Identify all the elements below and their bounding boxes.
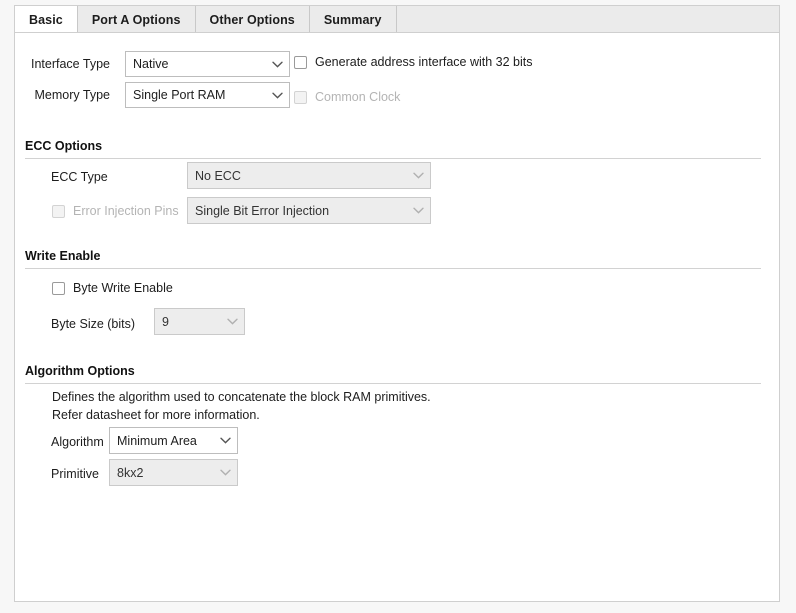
chevron-down-icon bbox=[406, 207, 430, 214]
tab-summary-label: Summary bbox=[323, 12, 382, 27]
algorithm-select[interactable]: Minimum Area bbox=[109, 427, 238, 454]
ecc-type-select[interactable]: No ECC bbox=[187, 162, 431, 189]
tab-bar-filler bbox=[396, 6, 779, 33]
algorithm-description-line1: Defines the algorithm used to concatenat… bbox=[52, 390, 431, 404]
interface-type-label: Interface Type bbox=[31, 57, 110, 71]
byte-size-value: 9 bbox=[162, 314, 169, 329]
primitive-label: Primitive bbox=[51, 467, 99, 481]
algorithm-options-divider bbox=[25, 383, 761, 384]
common-clock-label: Common Clock bbox=[315, 90, 401, 104]
chevron-down-icon bbox=[220, 318, 244, 325]
common-clock-checkbox: Common Clock bbox=[294, 89, 400, 105]
memory-type-select[interactable]: Single Port RAM bbox=[125, 82, 290, 108]
chevron-down-icon bbox=[406, 172, 430, 179]
algorithm-description-line2: Refer datasheet for more information. bbox=[52, 408, 260, 422]
chevron-down-icon bbox=[213, 469, 237, 476]
byte-size-label: Byte Size (bits) bbox=[51, 317, 136, 331]
byte-write-enable-checkbox[interactable]: Byte Write Enable bbox=[52, 280, 173, 296]
basic-tab-panel: Interface Type Native Memory Type Single… bbox=[14, 32, 780, 602]
write-enable-divider bbox=[25, 268, 761, 269]
error-injection-pins-label: Error Injection Pins bbox=[73, 204, 179, 218]
checkbox-box-icon bbox=[52, 204, 65, 218]
checkbox-box-icon bbox=[294, 55, 307, 69]
tab-basic[interactable]: Basic bbox=[15, 6, 78, 34]
primitive-value: 8kx2 bbox=[117, 465, 144, 480]
chevron-down-icon bbox=[213, 437, 237, 444]
error-injection-type-select[interactable]: Single Bit Error Injection bbox=[187, 197, 431, 224]
ecc-options-section-title: ECC Options bbox=[25, 139, 103, 153]
tab-summary[interactable]: Summary bbox=[309, 6, 397, 33]
dialog-root: Basic Port A Options Other Options Summa… bbox=[0, 0, 796, 613]
checkbox-box-icon bbox=[52, 281, 65, 295]
algorithm-label: Algorithm bbox=[51, 435, 104, 449]
error-injection-pins-checkbox: Error Injection Pins bbox=[52, 203, 179, 219]
primitive-select[interactable]: 8kx2 bbox=[109, 459, 238, 486]
write-enable-section-title: Write Enable bbox=[25, 249, 101, 263]
tab-port-a-options[interactable]: Port A Options bbox=[77, 6, 196, 33]
algorithm-value: Minimum Area bbox=[117, 433, 197, 448]
generate-address-interface-label: Generate address interface with 32 bits bbox=[315, 55, 533, 69]
tab-basic-label: Basic bbox=[29, 12, 63, 27]
byte-size-select[interactable]: 9 bbox=[154, 308, 245, 335]
tab-port-a-options-label: Port A Options bbox=[91, 12, 181, 27]
interface-type-select[interactable]: Native bbox=[125, 51, 290, 77]
generate-address-interface-checkbox[interactable]: Generate address interface with 32 bits bbox=[294, 54, 532, 70]
tab-bar: Basic Port A Options Other Options Summa… bbox=[14, 5, 780, 34]
memory-type-value: Single Port RAM bbox=[133, 88, 226, 102]
byte-write-enable-label: Byte Write Enable bbox=[73, 281, 173, 295]
tab-other-options[interactable]: Other Options bbox=[195, 6, 310, 33]
chevron-down-icon bbox=[265, 92, 289, 99]
error-injection-type-value: Single Bit Error Injection bbox=[195, 203, 330, 218]
ecc-type-value: No ECC bbox=[195, 168, 241, 183]
interface-type-value: Native bbox=[133, 57, 169, 71]
memory-type-label: Memory Type bbox=[34, 88, 111, 102]
checkbox-box-icon bbox=[294, 90, 307, 104]
ecc-options-divider bbox=[25, 158, 761, 159]
chevron-down-icon bbox=[265, 61, 289, 68]
tab-other-options-label: Other Options bbox=[209, 12, 295, 27]
algorithm-options-section-title: Algorithm Options bbox=[25, 364, 135, 378]
ecc-type-label: ECC Type bbox=[51, 170, 108, 184]
